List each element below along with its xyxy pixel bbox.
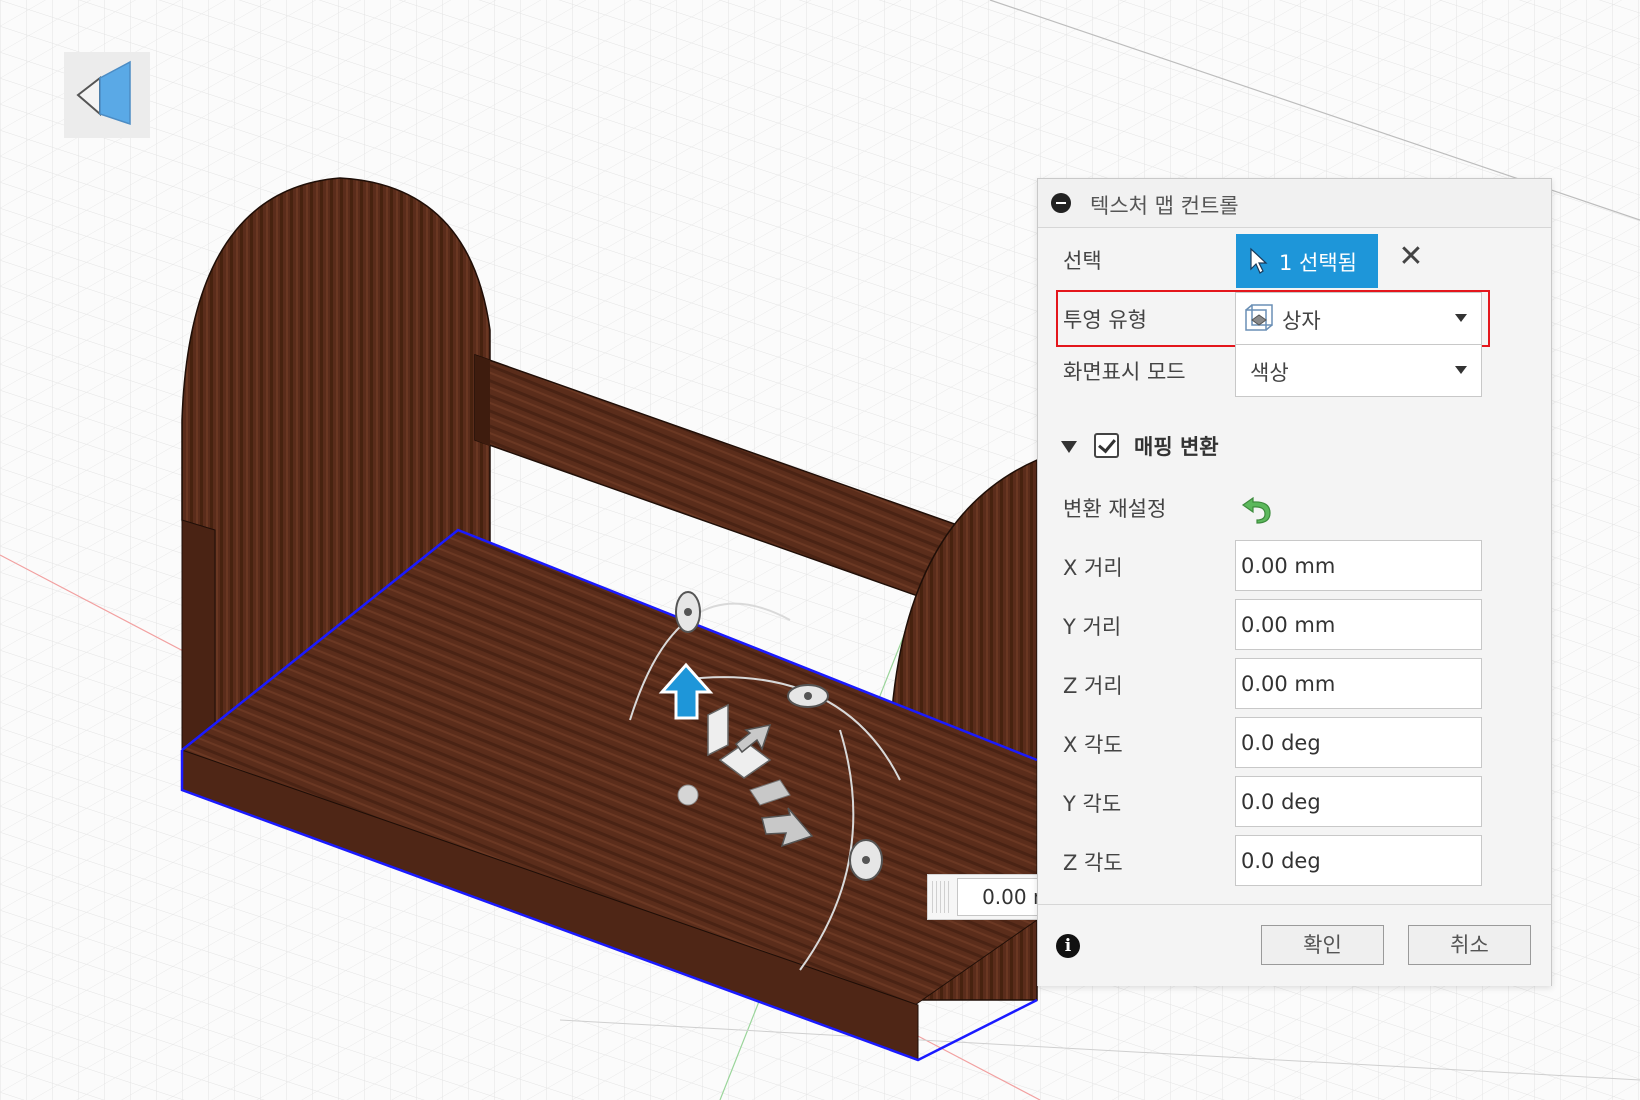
z-distance-label: Z 거리: [1063, 674, 1123, 698]
x-distance-input[interactable]: [1235, 540, 1482, 591]
reset-transform-label: 변환 재설정: [1063, 497, 1167, 521]
x-angle-label: X 각도: [1063, 733, 1123, 757]
z-angle-label: Z 각도: [1063, 851, 1123, 875]
cursor-icon: [1250, 247, 1268, 274]
display-mode-value: 색상: [1250, 361, 1289, 385]
reset-icon[interactable]: [1239, 492, 1275, 524]
mapping-transform-title: 매핑 변환: [1134, 435, 1219, 459]
mapping-transform-checkbox[interactable]: [1094, 433, 1119, 458]
box-projection-icon: [1245, 304, 1273, 331]
display-mode-dropdown[interactable]: 색상: [1235, 344, 1482, 397]
y-angle-label: Y 각도: [1063, 792, 1122, 816]
panel-header: 텍스처 맵 컨트롤: [1038, 179, 1551, 228]
chevron-down-icon: [1455, 314, 1467, 322]
texture-map-controls-panel: 텍스처 맵 컨트롤 선택 1 선택됨 ✕ 투영 유형 상자 화면표시 모드 색상…: [1037, 178, 1552, 986]
section-expand-icon[interactable]: [1061, 441, 1077, 453]
collapse-icon[interactable]: [1051, 193, 1071, 213]
selection-button-label: 1 선택됨: [1279, 251, 1357, 275]
y-distance-input[interactable]: [1235, 599, 1482, 650]
panel-title: 텍스처 맵 컨트롤: [1090, 194, 1239, 218]
panel-footer: i 확인 취소: [1038, 904, 1551, 986]
z-distance-input[interactable]: [1235, 658, 1482, 709]
info-icon[interactable]: i: [1056, 934, 1080, 958]
cancel-button[interactable]: 취소: [1408, 925, 1531, 965]
close-icon[interactable]: ✕: [1397, 242, 1425, 272]
view-cube-icon: [76, 60, 131, 126]
selection-label: 선택: [1063, 249, 1102, 273]
x-distance-label: X 거리: [1063, 556, 1123, 580]
projection-type-label: 투영 유형: [1063, 308, 1147, 332]
display-mode-label: 화면표시 모드: [1063, 360, 1186, 384]
z-angle-input[interactable]: [1235, 835, 1482, 886]
view-cube[interactable]: [64, 52, 150, 138]
y-angle-input[interactable]: [1235, 776, 1482, 827]
projection-type-value: 상자: [1282, 309, 1321, 333]
ok-button[interactable]: 확인: [1261, 925, 1384, 965]
drag-handle[interactable]: [932, 881, 950, 913]
chevron-down-icon: [1455, 366, 1467, 374]
x-angle-input[interactable]: [1235, 717, 1482, 768]
y-distance-label: Y 거리: [1063, 615, 1122, 639]
selection-button[interactable]: 1 선택됨: [1236, 234, 1378, 288]
projection-type-dropdown[interactable]: 상자: [1235, 292, 1482, 345]
